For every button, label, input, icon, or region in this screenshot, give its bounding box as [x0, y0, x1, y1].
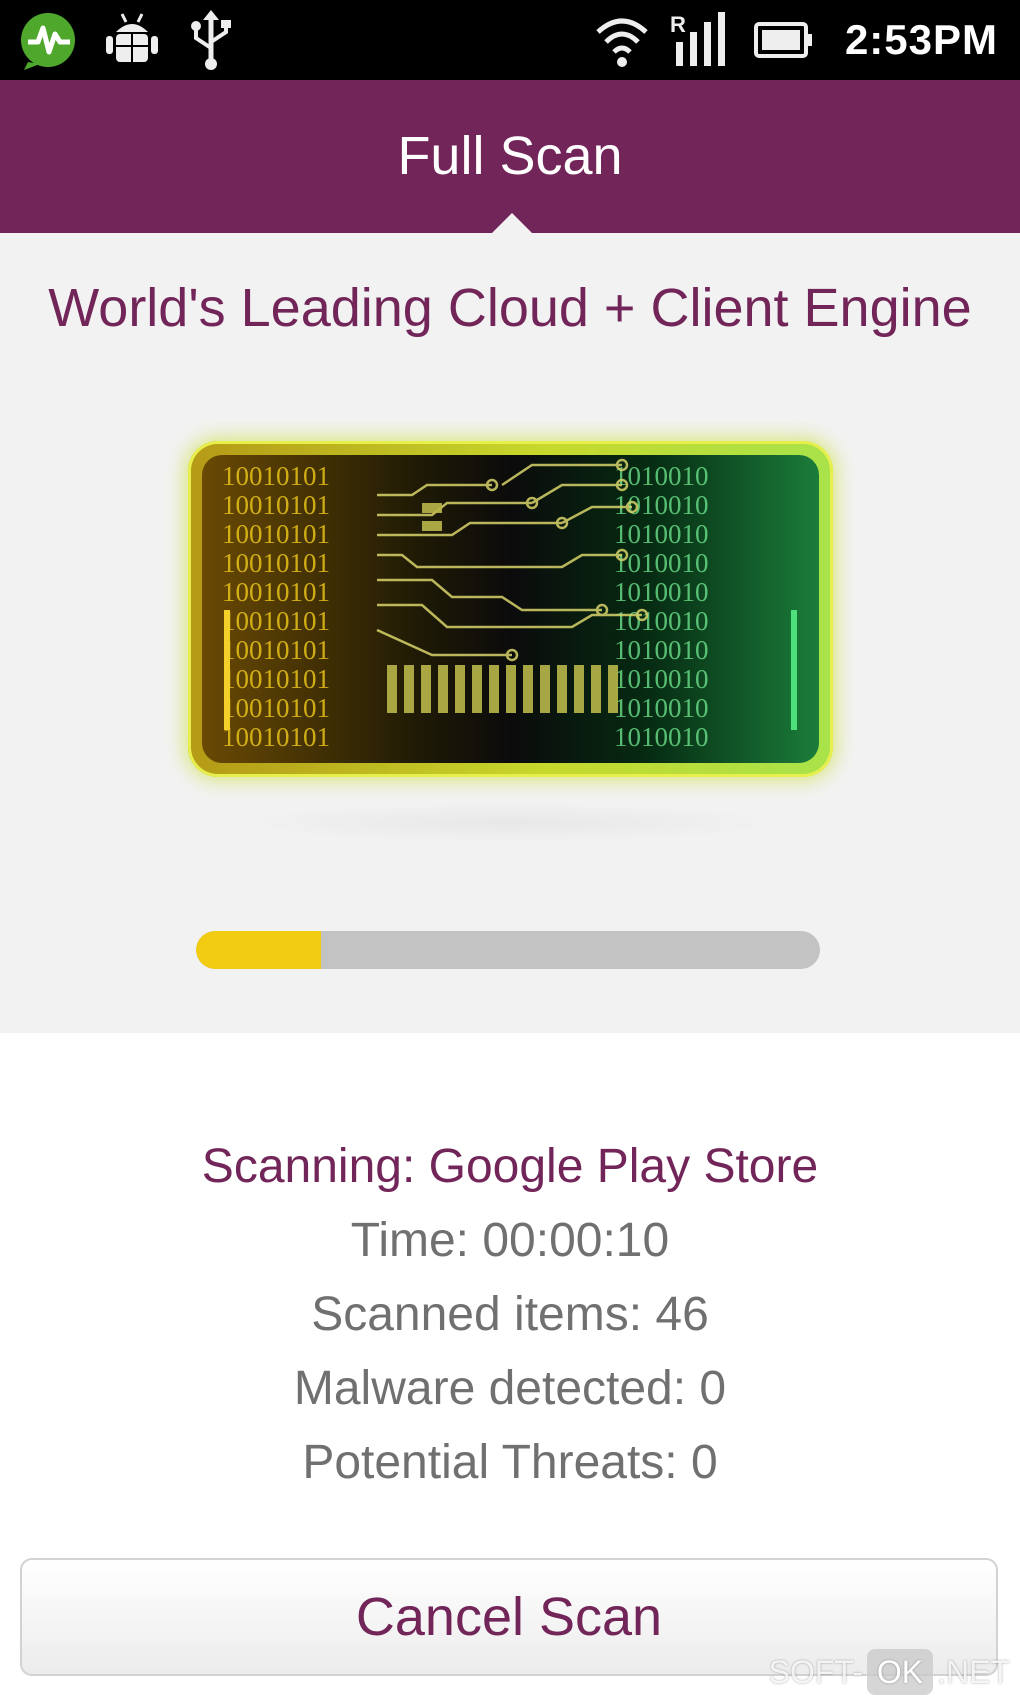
watermark-prefix: SOFT-: [768, 1654, 863, 1690]
watermark: SOFT- OK .NET: [769, 1649, 1010, 1695]
chip-pin: [608, 665, 618, 713]
binary-text: 1010010: [614, 548, 709, 578]
circuit-trace: [501, 463, 622, 487]
binary-text: 1010010: [614, 606, 709, 636]
chip-pin: [574, 665, 584, 713]
usb-icon: [191, 10, 231, 70]
binary-text: 10010101: [222, 461, 330, 491]
chip-pin: [557, 665, 567, 713]
current-scan-target: Scanning: Google Play Store: [201, 1140, 819, 1193]
scan-progress-bar: [196, 931, 820, 969]
chip-pin: [438, 665, 448, 713]
binary-text: 10010101: [222, 548, 330, 578]
wifi-icon: [596, 18, 648, 67]
binary-text: 10010101: [222, 606, 330, 636]
chip-pin: [404, 665, 414, 713]
chip-pin: [540, 665, 550, 713]
frame-reflection: [230, 803, 790, 843]
chip-pin: [489, 665, 499, 713]
scan-progress-fill: [196, 931, 321, 969]
engine-tagline: World's Leading Cloud + Client Engine: [48, 278, 972, 338]
binary-text: 10010101: [222, 722, 330, 752]
watermark-box: OK: [866, 1649, 934, 1695]
binary-text: 10010101: [222, 577, 330, 607]
chip-pin: [506, 665, 516, 713]
scan-hero-panel: World's Leading Cloud + Client Engine 10…: [0, 233, 1020, 1033]
chip-component: [422, 503, 442, 513]
circuit-board-illustration: 10010101 10010101 10010101 10010101 10010101…: [202, 455, 819, 763]
action-bar: Full Scan: [0, 80, 1020, 233]
chip-pin: [523, 665, 533, 713]
binary-text: 10010101: [222, 519, 330, 549]
binary-text: 10010101: [222, 635, 330, 665]
binary-text: 10010101: [222, 664, 330, 694]
chip-pin: [455, 665, 465, 713]
binary-text: 1010010: [614, 664, 709, 694]
scan-status-block: Scanning: Google Play Store Time: 00:00:…: [0, 1130, 1020, 1500]
circuit-trace: [376, 628, 512, 657]
android-bug-icon: [106, 13, 158, 62]
scan-animation-frame: 10010101 10010101 10010101 10010101 10010101…: [188, 441, 833, 777]
battery-icon: [754, 22, 812, 58]
chip-pin: [421, 665, 431, 713]
chip-pin: [591, 665, 601, 713]
roaming-label: R: [670, 12, 686, 37]
circuit-trace: [377, 521, 562, 537]
chip-pin: [387, 665, 397, 713]
binary-text: 1010010: [614, 519, 709, 549]
circuit-art: 1001010110010101100101011001010110010101…: [222, 458, 797, 752]
activity-chat-icon: [21, 13, 75, 70]
potential-threats-count: Potential Threats: 0: [302, 1436, 718, 1489]
malware-detected-count: Malware detected: 0: [293, 1362, 727, 1415]
elapsed-time: Time: 00:00:10: [350, 1214, 670, 1267]
status-bar: R 2:53PM: [0, 0, 1020, 80]
chip-pin: [472, 665, 482, 713]
binary-text: 10010101: [222, 693, 330, 723]
page-title: Full Scan: [397, 126, 623, 186]
status-time: 2:53PM: [844, 16, 998, 63]
chip-component: [422, 521, 442, 531]
binary-text: 1010010: [614, 577, 709, 607]
scanned-items-count: Scanned items: 46: [311, 1288, 709, 1341]
binary-text: 10010101: [222, 490, 330, 520]
circuit-trace: [377, 501, 532, 517]
binary-text: 1010010: [614, 693, 709, 723]
binary-text: 1010010: [614, 635, 709, 665]
tab-indicator-notch: [492, 213, 532, 233]
circuit-trace: [377, 553, 622, 569]
circuit-trace: [531, 483, 622, 505]
binary-text: 1010010: [614, 722, 709, 752]
watermark-suffix: .NET: [937, 1654, 1010, 1690]
roaming-signal-icon: R: [670, 12, 725, 66]
circuit-trace: [377, 483, 492, 497]
